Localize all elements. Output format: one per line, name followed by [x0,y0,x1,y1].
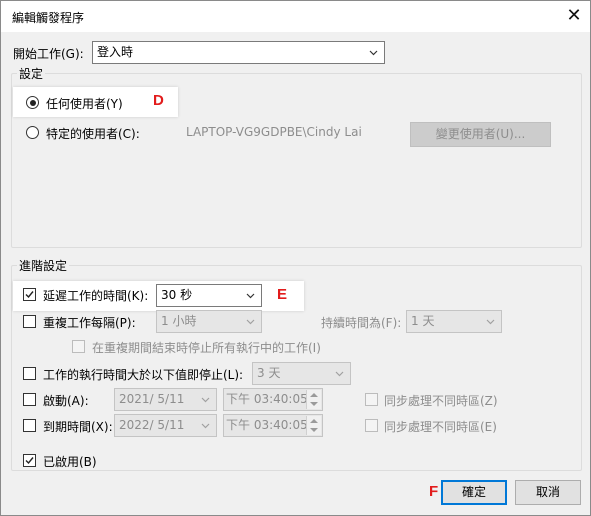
repeat-checkbox[interactable] [23,315,36,328]
ok-button[interactable]: 確定 [441,480,507,505]
begin-task-select[interactable]: 登入時 [92,41,385,64]
cancel-button[interactable]: 取消 [515,480,581,505]
activate-date-value: 2021/ 5/11 [119,392,185,406]
check-icon [25,457,34,465]
stop-running-checkbox[interactable] [72,340,85,353]
chevron-down-icon [486,317,495,326]
chevron-down-icon [335,369,344,378]
any-user-radio[interactable] [26,96,39,109]
delay-select[interactable]: 30 秒 [156,284,262,307]
expire-checkbox[interactable] [23,419,36,432]
any-user-label: 任何使用者(Y) [46,97,123,111]
activate-label: 啟動(A): [43,394,89,408]
chevron-down-icon [201,395,210,404]
check-icon [25,291,34,299]
repeat-value: 1 小時 [161,314,197,328]
stop-running-label: 在重複期間結束時停止所有執行中的工作(I) [92,341,321,355]
activate-sync-label: 同步處理不同時區(Z) [384,394,498,408]
change-user-button[interactable]: 變更使用者(U)... [410,122,551,147]
stop-longer-label: 工作的執行時間大於以下值即停止(L): [43,368,244,382]
marker-e: E [277,286,288,303]
duration-label: 持續時間為(F): [321,316,402,330]
expire-time-value: 下午 03:40:05 [226,418,308,432]
close-icon[interactable]: ✕ [564,5,584,27]
marker-f: F [429,483,439,500]
delay-value: 30 秒 [161,288,193,302]
stop-longer-select[interactable]: 3 天 [252,362,351,385]
delay-label: 延遲工作的時間(K): [43,289,149,303]
chevron-down-icon [246,291,255,300]
window-title: 編輯觸發程序 [12,11,85,25]
expire-label: 到期時間(X): [43,420,113,434]
specific-user-value: LAPTOP-VG9GDPBE\Cindy Lai [186,125,362,139]
delay-checkbox[interactable] [23,288,36,301]
stop-longer-value: 3 天 [257,366,281,380]
advanced-settings-title: 進階設定 [17,257,70,274]
activate-date-picker[interactable]: 2021/ 5/11 [114,388,217,411]
duration-value: 1 天 [411,314,435,328]
expire-date-picker[interactable]: 2022/ 5/11 [114,414,217,437]
chevron-down-icon [369,48,378,57]
expire-sync-label: 同步處理不同時區(E) [384,420,497,434]
settings-group-title: 設定 [17,65,46,82]
activate-checkbox[interactable] [23,393,36,406]
spinner-icon[interactable] [306,390,321,409]
spinner-icon[interactable] [306,416,321,435]
activate-sync-checkbox[interactable] [365,393,378,406]
enabled-label: 已啟用(B) [43,455,97,469]
marker-d: D [153,92,164,109]
activate-time-value: 下午 03:40:05 [226,392,308,406]
chevron-down-icon [246,317,255,326]
duration-select[interactable]: 1 天 [406,310,502,333]
specific-user-label: 特定的使用者(C): [46,127,140,141]
repeat-label: 重複工作每隔(P): [43,316,136,330]
expire-date-value: 2022/ 5/11 [119,418,185,432]
begin-task-label: 開始工作(G): [13,47,84,61]
expire-time-input[interactable]: 下午 03:40:05 [223,414,323,437]
title-bar: 編輯觸發程序 ✕ [1,1,590,32]
begin-task-value: 登入時 [97,45,134,59]
repeat-select[interactable]: 1 小時 [156,310,262,333]
chevron-down-icon [201,421,210,430]
specific-user-radio[interactable] [26,126,39,139]
enabled-checkbox[interactable] [23,454,36,467]
expire-sync-checkbox[interactable] [365,419,378,432]
activate-time-input[interactable]: 下午 03:40:05 [223,388,323,411]
stop-longer-checkbox[interactable] [23,367,36,380]
edit-trigger-dialog: 編輯觸發程序 ✕ 開始工作(G): 登入時 設定 任何使用者(Y) D 特定的使… [0,0,591,516]
